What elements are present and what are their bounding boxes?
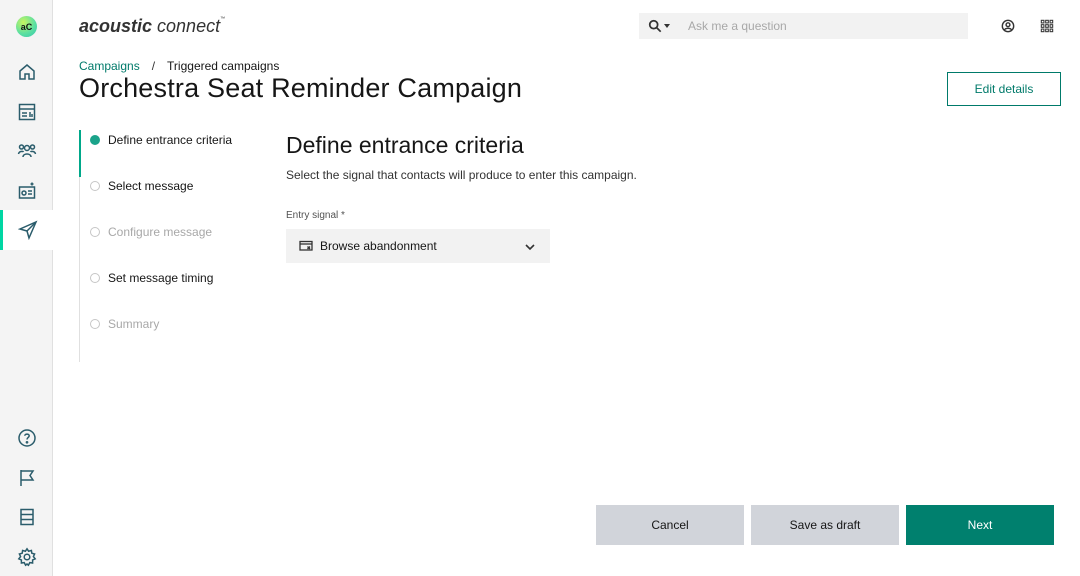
dashboard-icon: [18, 103, 35, 121]
breadcrumb: Campaigns / Triggered campaigns: [79, 59, 279, 73]
step-configure-message: Configure message: [80, 222, 212, 242]
help-icon: [17, 429, 36, 447]
step-label: Summary: [108, 317, 160, 331]
nav-data[interactable]: [0, 497, 53, 537]
step-incomplete-icon: [90, 181, 100, 191]
brand-tm: ™: [220, 16, 226, 22]
settings-icon: [17, 547, 36, 567]
step-current-icon: [90, 135, 100, 145]
app-switcher-button[interactable]: [1039, 18, 1055, 34]
edit-details-button[interactable]: Edit details: [947, 72, 1061, 106]
nav-flag[interactable]: [0, 458, 53, 498]
step-label: Define entrance criteria: [108, 133, 233, 147]
brand-bold-text: acoustic: [79, 16, 153, 36]
data-icon: [19, 508, 34, 526]
brand-light-text: connect: [152, 16, 221, 36]
nav-dashboard[interactable]: [0, 92, 53, 132]
flag-icon: [19, 470, 34, 486]
search-icon: [648, 19, 662, 33]
campaigns-send-icon: [18, 220, 38, 240]
step-label: Select message: [108, 179, 194, 193]
nav-campaigns[interactable]: [0, 210, 53, 250]
step-incomplete-icon: [90, 273, 100, 283]
content-icon: [18, 182, 35, 199]
audience-icon: [17, 144, 36, 158]
search-input[interactable]: [688, 19, 958, 33]
app-logo[interactable]: aC: [16, 16, 37, 37]
browse-abandonment-icon: [299, 239, 313, 253]
step-incomplete-icon: [90, 319, 100, 329]
search-scope-dropdown[interactable]: [639, 13, 679, 39]
section-description: Select the signal that contacts will pro…: [286, 168, 637, 182]
save-as-draft-button[interactable]: Save as draft: [751, 505, 899, 545]
nav-audience[interactable]: [0, 131, 53, 171]
nav-content[interactable]: [0, 171, 53, 211]
user-icon: [1001, 19, 1015, 33]
entry-signal-dropdown[interactable]: Browse abandonment: [286, 229, 550, 263]
left-nav-rail: aC: [0, 0, 53, 576]
nav-home[interactable]: [0, 52, 53, 92]
breadcrumb-current: Triggered campaigns: [167, 59, 280, 73]
nav-settings[interactable]: [0, 537, 53, 576]
entry-signal-label: Entry signal *: [286, 210, 345, 221]
caret-down-icon: [664, 24, 670, 28]
global-search: [639, 13, 968, 39]
chevron-down-icon: [524, 240, 536, 252]
step-label: Set message timing: [108, 271, 214, 285]
nav-help[interactable]: [0, 418, 53, 458]
section-title: Define entrance criteria: [286, 132, 524, 158]
step-label: Configure message: [108, 225, 213, 239]
breadcrumb-separator: /: [151, 59, 156, 73]
step-select-message[interactable]: Select message: [80, 176, 193, 196]
entry-signal-value: Browse abandonment: [320, 239, 437, 253]
home-icon: [18, 64, 35, 80]
next-button[interactable]: Next: [906, 505, 1054, 545]
step-define-entrance-criteria[interactable]: Define entrance criteria: [80, 130, 232, 150]
cancel-button[interactable]: Cancel: [596, 505, 744, 545]
brand-wordmark: acoustic connect™: [79, 16, 225, 37]
app-grid-icon: [1040, 19, 1054, 33]
breadcrumb-campaigns-link[interactable]: Campaigns: [79, 59, 140, 73]
step-incomplete-icon: [90, 227, 100, 237]
progress-steps: Define entrance criteria Select message …: [79, 130, 259, 362]
page-title: Orchestra Seat Reminder Campaign: [79, 73, 523, 103]
step-set-message-timing[interactable]: Set message timing: [80, 268, 213, 288]
user-profile-button[interactable]: [1000, 18, 1016, 34]
step-summary: Summary: [80, 314, 159, 334]
